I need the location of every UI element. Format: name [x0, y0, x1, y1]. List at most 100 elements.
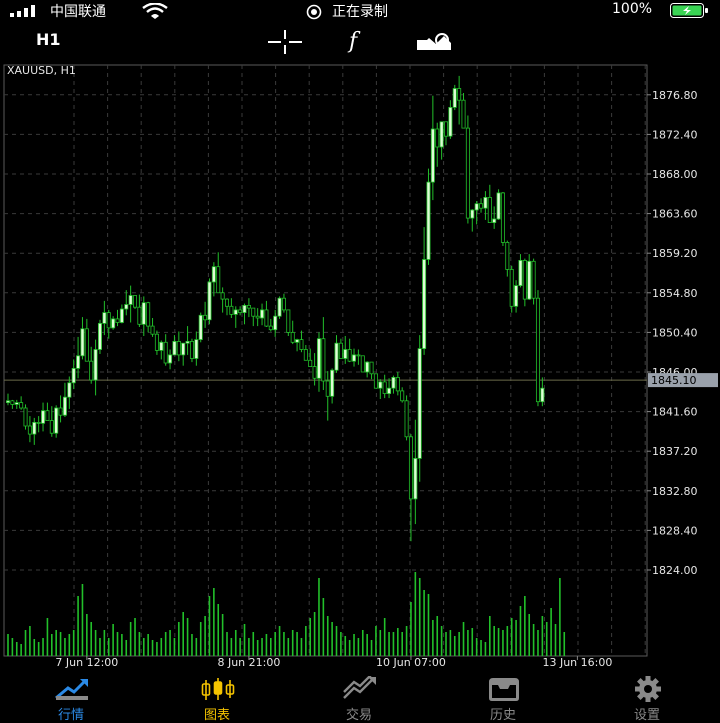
candle-body: [97, 322, 102, 350]
candle-body: [299, 339, 304, 350]
candle: [185, 326, 190, 355]
candle: [159, 340, 164, 360]
candle-body: [76, 355, 81, 369]
indicators-icon[interactable]: f: [346, 28, 370, 54]
candle-body: [487, 196, 492, 223]
candle-body: [189, 340, 194, 359]
objects-icon[interactable]: [416, 30, 452, 54]
candle: [67, 376, 72, 409]
candle: [163, 334, 168, 366]
y-tick-label: 1868.00: [652, 168, 698, 181]
tab-quotes[interactable]: 行情: [26, 674, 116, 723]
candle: [238, 306, 243, 316]
candle: [426, 168, 431, 265]
candle-body: [277, 297, 282, 317]
candle-body: [303, 349, 308, 361]
candle-body: [479, 203, 484, 209]
price-axis: 1876.80 1872.40 1868.00 1863.60 1859.20 1854.…: [55, 89, 718, 669]
tab-label-quotes: 行情: [57, 708, 84, 723]
candle: [295, 338, 300, 352]
tab-chart[interactable]: 图表: [172, 674, 262, 723]
candle-body: [49, 420, 54, 434]
y-tick-label: 1859.20: [652, 247, 698, 260]
candle-body: [334, 342, 339, 371]
candle: [119, 304, 124, 324]
crosshair-icon[interactable]: [268, 30, 302, 54]
candle: [106, 309, 111, 339]
candle: [457, 75, 462, 125]
candle: [62, 382, 67, 417]
candle: [334, 335, 339, 373]
price-chart[interactable]: 1876.80 1872.40 1868.00 1863.60 1859.20 1854.…: [0, 62, 720, 674]
candle: [27, 416, 32, 443]
candlestick-chart[interactable]: 1876.80 1872.40 1868.00 1863.60 1859.20 1854.…: [0, 62, 720, 674]
candle-body: [408, 436, 413, 500]
candle: [352, 348, 357, 367]
candle: [452, 84, 457, 111]
candle: [128, 285, 133, 323]
candle-body: [417, 348, 422, 459]
candle-body: [347, 349, 352, 362]
candle: [308, 348, 313, 367]
candle-body: [330, 369, 335, 397]
candle-body: [198, 314, 203, 341]
candle-body: [457, 88, 462, 101]
candle: [321, 317, 326, 390]
candle-body: [176, 340, 181, 356]
candle-body: [84, 328, 89, 362]
candle: [518, 254, 523, 288]
candle-body: [62, 396, 67, 416]
candle: [93, 339, 98, 396]
tab-trade[interactable]: 交易: [314, 674, 404, 723]
candle-body: [522, 259, 527, 300]
candle-body: [251, 307, 256, 317]
candle: [216, 252, 221, 294]
candle: [303, 345, 308, 361]
candle-body: [527, 260, 532, 300]
candle-body: [443, 121, 448, 137]
candle: [514, 280, 519, 313]
candle-body: [19, 402, 24, 409]
candle: [347, 338, 352, 363]
candle: [264, 300, 269, 327]
gear-icon: [635, 676, 661, 702]
candle: [474, 201, 479, 225]
candle-body: [308, 359, 313, 367]
candle-body: [535, 297, 540, 403]
battery-icon: [670, 3, 708, 18]
tab-settings[interactable]: 设置: [602, 674, 692, 723]
timeframe-button[interactable]: H1: [36, 30, 61, 49]
candle: [535, 290, 540, 407]
candle-body: [325, 380, 330, 397]
candle: [229, 298, 234, 318]
y-tick-label: 1841.60: [652, 406, 698, 419]
candle-body: [115, 318, 120, 323]
candle: [330, 368, 335, 404]
candle: [540, 377, 545, 407]
candle-body: [430, 128, 435, 183]
candle: [369, 361, 374, 380]
candle-body: [343, 349, 348, 359]
candle: [141, 296, 146, 336]
candle: [220, 287, 225, 313]
candles-icon: [201, 678, 235, 700]
tab-history[interactable]: 历史: [458, 674, 548, 723]
candle: [246, 298, 251, 318]
candle-body: [41, 410, 46, 424]
candle: [198, 312, 203, 343]
candle-body: [23, 407, 28, 427]
y-tick-label: 1837.20: [652, 445, 698, 458]
svg-text:f: f: [347, 29, 361, 54]
candle-body: [229, 305, 234, 315]
candle-body: [352, 354, 357, 362]
y-tick-label: 1872.40: [652, 128, 698, 141]
candle: [531, 258, 536, 305]
candle-body: [93, 349, 98, 381]
candle-body: [133, 295, 138, 308]
candle-body: [111, 318, 116, 329]
candle: [312, 353, 317, 386]
candle: [168, 349, 173, 370]
candle-body: [400, 390, 405, 402]
candle-body: [124, 304, 129, 310]
candle-body: [439, 121, 444, 148]
